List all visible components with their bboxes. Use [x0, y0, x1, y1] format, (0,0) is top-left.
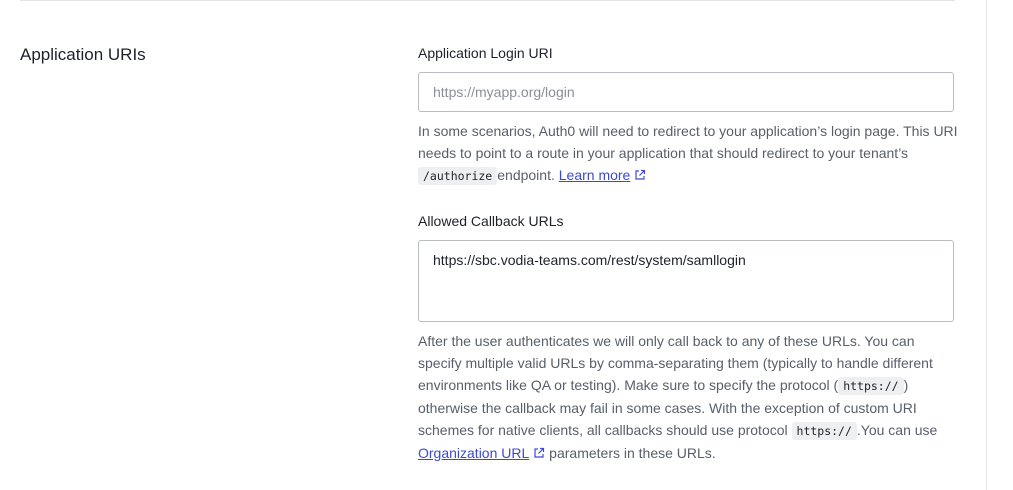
top-divider — [20, 0, 955, 1]
callback-help-text-3: .You can use — [856, 422, 938, 438]
callback-urls-help: After the user authenticates we will onl… — [418, 330, 958, 464]
external-link-icon — [635, 169, 646, 180]
login-uri-input[interactable] — [418, 72, 954, 112]
section-title: Application URIs — [20, 45, 146, 64]
login-uri-help-text-end: endpoint. — [497, 167, 559, 183]
login-uri-help: In some scenarios, Auth0 will need to re… — [418, 120, 958, 187]
https-code-1: https:// — [838, 377, 904, 395]
callback-urls-textarea[interactable] — [418, 240, 954, 322]
login-uri-help-text: In some scenarios, Auth0 will need to re… — [418, 123, 958, 161]
callback-help-text-4: parameters in these URLs. — [545, 445, 716, 461]
organization-url-link[interactable]: Organization URL — [418, 445, 529, 461]
authorize-code: /authorize — [418, 167, 498, 185]
learn-more-link-label: Learn more — [558, 167, 631, 183]
organization-url-link-label: Organization URL — [418, 445, 530, 461]
external-link-icon — [534, 447, 545, 458]
callback-urls-label: Allowed Callback URLs — [418, 213, 564, 229]
panel-right-border — [986, 0, 987, 490]
login-uri-label: Application Login URI — [418, 45, 553, 61]
https-code-2: https:// — [791, 422, 857, 440]
learn-more-link[interactable]: Learn more — [559, 167, 647, 183]
